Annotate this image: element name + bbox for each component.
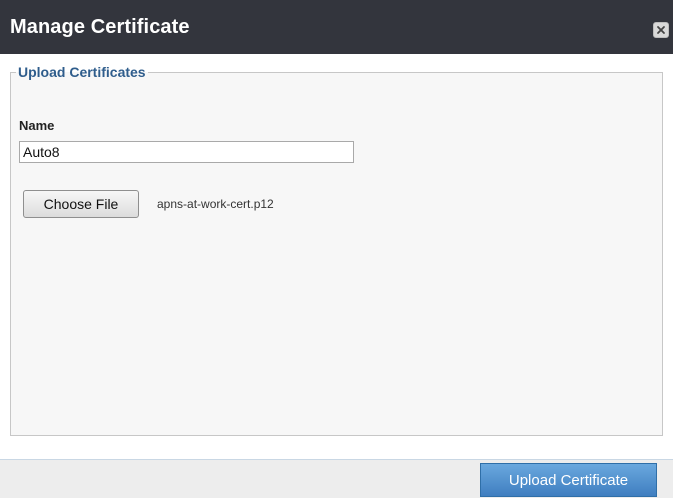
- upload-certificate-button[interactable]: Upload Certificate: [480, 463, 657, 497]
- name-input[interactable]: [19, 141, 354, 163]
- upload-certificates-group: Upload Certificates Name Choose File apn…: [10, 64, 663, 436]
- dialog-titlebar: Manage Certificate: [0, 0, 673, 54]
- name-label: Name: [19, 118, 55, 133]
- dialog-title: Manage Certificate: [10, 16, 190, 38]
- manage-certificate-dialog: Manage Certificate Upload Certificates N…: [0, 0, 673, 498]
- choose-file-button[interactable]: Choose File: [23, 190, 139, 218]
- group-legend: Upload Certificates: [18, 64, 146, 80]
- selected-file-name: apns-at-work-cert.p12: [157, 197, 274, 211]
- close-button[interactable]: [653, 22, 669, 38]
- dialog-footer: Upload Certificate: [0, 459, 673, 498]
- dialog-content: Upload Certificates Name Choose File apn…: [0, 54, 673, 446]
- close-icon: [657, 26, 665, 34]
